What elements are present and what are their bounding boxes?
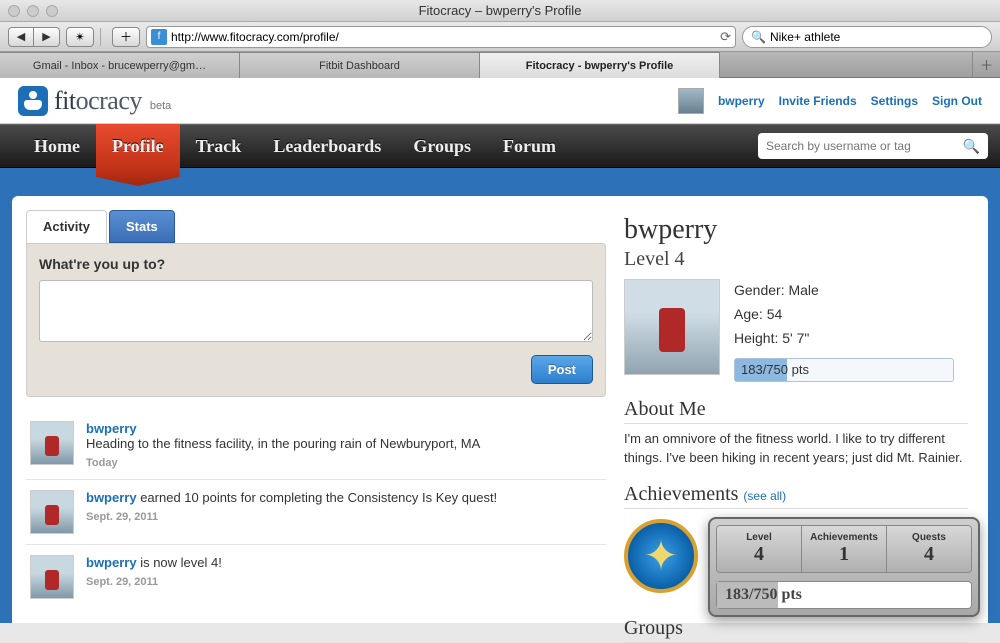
feed-user-link[interactable]: bwperry (86, 490, 137, 505)
points-text: 183/750 pts (741, 359, 809, 381)
popup-points-text: 183/750 pts (725, 586, 802, 604)
profile-picture[interactable] (624, 279, 720, 375)
beta-badge: beta (150, 100, 171, 112)
browser-search-input[interactable] (770, 30, 983, 44)
post-box: What're you up to? Post (26, 243, 606, 397)
nav-leaderboards[interactable]: Leaderboards (257, 124, 397, 168)
back-button[interactable]: ◀ (8, 27, 34, 47)
profile-height: Height: 5' 7" (734, 327, 968, 351)
browser-search[interactable]: 🔍 (742, 26, 992, 48)
bookmark-button[interactable]: ＋ (112, 27, 140, 47)
feed-item: bwperry earned 10 points for completing … (26, 479, 606, 544)
main-nav: Home Profile Track Leaderboards Groups F… (0, 124, 1000, 168)
nav-track[interactable]: Track (180, 124, 258, 168)
profile-age: Age: 54 (734, 303, 968, 327)
url-input[interactable] (171, 30, 716, 44)
achievement-badge-icon[interactable] (624, 519, 698, 593)
new-tab-button[interactable]: ＋ (972, 52, 1000, 77)
post-prompt: What're you up to? (39, 256, 593, 272)
feed-item: bwperry Heading to the fitness facility,… (26, 411, 606, 479)
reload-icon[interactable]: ⟳ (720, 29, 731, 45)
browser-toolbar: ◀ ▶ ✴︎ ＋ f ⟳ 🔍 (0, 22, 1000, 52)
browser-tab[interactable]: Fitbit Dashboard (240, 52, 480, 78)
browser-tab-active[interactable]: Fitocracy - bwperry's Profile (480, 52, 720, 78)
app-header: fitocracy beta bwperry Invite Friends Se… (0, 78, 1000, 124)
profile-gender: Gender: Male (734, 279, 968, 303)
logo-icon (18, 86, 48, 116)
popup-stat-level: Level 4 (717, 526, 802, 572)
profile-username: bwperry (624, 214, 968, 246)
sign-out-link[interactable]: Sign Out (932, 94, 982, 108)
avatar[interactable] (30, 490, 74, 534)
popup-stat-quests: Quests 4 (887, 526, 971, 572)
site-search[interactable]: 🔍 (758, 133, 988, 159)
achievements-heading: Achievements (see all) (624, 483, 968, 509)
about-heading: About Me (624, 398, 968, 424)
nav-home[interactable]: Home (18, 124, 96, 168)
feed-user-link[interactable]: bwperry (86, 421, 137, 436)
see-all-link[interactable]: (see all) (743, 489, 786, 503)
stats-popup: Level 4 Achievements 1 Quests 4 183/750 … (708, 517, 980, 617)
browser-tab[interactable]: Gmail - Inbox - brucewperry@gm… (0, 52, 240, 78)
browser-tab-strip: Gmail - Inbox - brucewperry@gm… Fitbit D… (0, 52, 1000, 78)
settings-link[interactable]: Settings (871, 94, 918, 108)
feed-text: Heading to the fitness facility, in the … (86, 436, 602, 451)
page-body: Activity Stats What're you up to? Post b… (0, 168, 1000, 623)
tab-stats[interactable]: Stats (109, 210, 175, 243)
nav-groups[interactable]: Groups (397, 124, 487, 168)
invite-friends-link[interactable]: Invite Friends (779, 94, 857, 108)
logo[interactable]: fitocracy beta (18, 86, 171, 116)
post-textarea[interactable] (39, 280, 593, 342)
tab-activity[interactable]: Activity (26, 210, 107, 243)
feed-user-link[interactable]: bwperry (86, 555, 137, 570)
wand-button[interactable]: ✴︎ (66, 27, 94, 47)
profile-level: Level 4 (624, 248, 968, 271)
popup-progress: 183/750 pts (716, 581, 972, 609)
avatar[interactable] (30, 555, 74, 599)
browser-titlebar: Fitocracy – bwperry's Profile (0, 0, 1000, 22)
window-title: Fitocracy – bwperry's Profile (0, 3, 1000, 18)
avatar[interactable] (30, 421, 74, 465)
activity-feed: bwperry Heading to the fitness facility,… (26, 411, 606, 609)
nav-profile[interactable]: Profile (96, 124, 180, 168)
header-avatar[interactable] (678, 88, 704, 114)
feed-item: bwperry is now level 4! Sept. 29, 2011 (26, 544, 606, 609)
feed-time: Sept. 29, 2011 (86, 576, 602, 588)
post-button[interactable]: Post (531, 355, 593, 384)
popup-stat-achievements: Achievements 1 (802, 526, 887, 572)
feed-time: Today (86, 457, 602, 469)
header-username-link[interactable]: bwperry (718, 94, 765, 108)
url-bar[interactable]: f ⟳ (146, 26, 736, 48)
site-favicon-icon: f (151, 29, 167, 45)
search-icon[interactable]: 🔍 (963, 138, 980, 155)
groups-heading: Groups (624, 617, 968, 643)
site-search-input[interactable] (766, 139, 963, 153)
feed-time: Sept. 29, 2011 (86, 511, 602, 523)
nav-forum[interactable]: Forum (487, 124, 572, 168)
points-progress: 183/750 pts (734, 358, 954, 382)
forward-button[interactable]: ▶ (34, 27, 60, 47)
search-icon: 🔍 (751, 30, 766, 44)
about-text: I'm an omnivore of the fitness world. I … (624, 430, 968, 466)
